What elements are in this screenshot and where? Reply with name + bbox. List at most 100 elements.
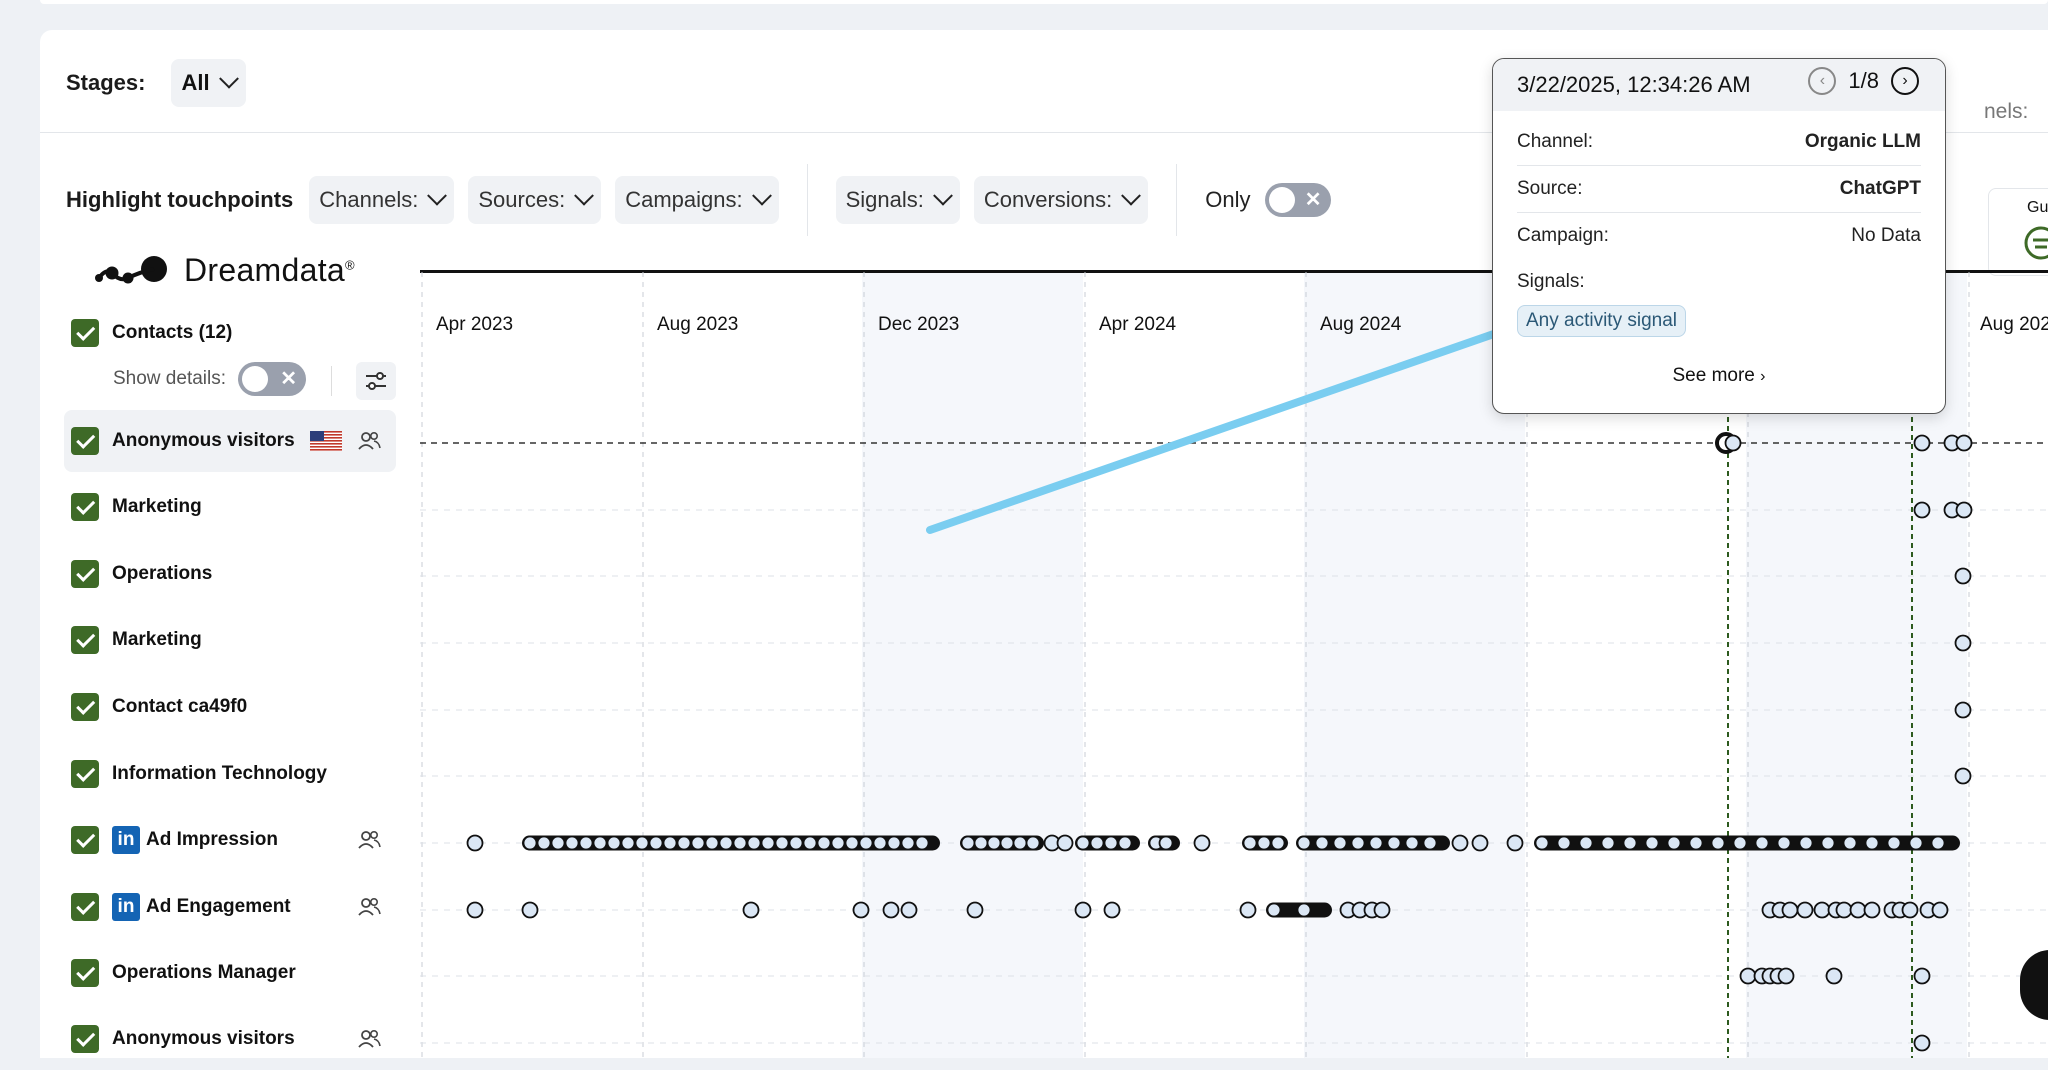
- touchpoint-dot[interactable]: [1739, 967, 1757, 985]
- touchpoint-dot[interactable]: [1754, 835, 1770, 851]
- touchpoint-dot[interactable]: [634, 835, 650, 851]
- touchpoint-dot[interactable]: [1913, 434, 1931, 452]
- touchpoint-dot[interactable]: [676, 835, 692, 851]
- contact-row[interactable]: Marketing: [64, 609, 396, 671]
- touchpoint-dot[interactable]: [1193, 834, 1211, 852]
- touchpoint-dot[interactable]: [564, 835, 580, 851]
- touchpoint-dot[interactable]: [1913, 1034, 1931, 1052]
- touchpoint-dot[interactable]: [1578, 835, 1594, 851]
- touchpoint-dot[interactable]: [521, 901, 539, 919]
- row-checkbox[interactable]: [71, 693, 99, 721]
- touchpoint-dot[interactable]: [1864, 835, 1880, 851]
- touchpoint-dot[interactable]: [732, 835, 748, 851]
- touchpoint-dot[interactable]: [788, 835, 804, 851]
- touchpoint-dot[interactable]: [852, 901, 870, 919]
- touchpoint-dot[interactable]: [760, 835, 776, 851]
- touchpoint-dot[interactable]: [1954, 767, 1972, 785]
- touchpoint-dot[interactable]: [1350, 835, 1366, 851]
- touchpoint-dot[interactable]: [1954, 634, 1972, 652]
- contact-row[interactable]: Information Technology: [64, 743, 396, 805]
- touchpoint-dot[interactable]: [1103, 835, 1119, 851]
- touchpoint-dot[interactable]: [662, 835, 678, 851]
- touchpoint-dot[interactable]: [1471, 834, 1489, 852]
- touchpoint-dot[interactable]: [1825, 967, 1843, 985]
- touchpoint-dot[interactable]: [973, 835, 989, 851]
- touchpoint-dot[interactable]: [1332, 835, 1348, 851]
- touchpoint-dot[interactable]: [1820, 835, 1836, 851]
- touchpoint-dot[interactable]: [1266, 902, 1282, 918]
- touchpoint-dot[interactable]: [1074, 901, 1092, 919]
- touchpoint-dot[interactable]: [1451, 834, 1469, 852]
- touchpoint-dot[interactable]: [1506, 834, 1524, 852]
- signals-dropdown[interactable]: Signals:: [835, 176, 960, 224]
- touchpoint-dot[interactable]: [690, 835, 706, 851]
- contact-row[interactable]: Contact ca49f0: [64, 676, 396, 738]
- touchpoint-dot[interactable]: [1863, 901, 1881, 919]
- touchpoint-dot[interactable]: [858, 835, 874, 851]
- touchpoint-dot[interactable]: [1056, 834, 1074, 852]
- touchpoint-dot[interactable]: [648, 835, 664, 851]
- touchpoint-dot[interactable]: [578, 835, 594, 851]
- touchpoint-dot[interactable]: [1117, 835, 1133, 851]
- guides-button[interactable]: Guides: [1988, 188, 2048, 276]
- touchpoint-dot[interactable]: [1796, 901, 1814, 919]
- contact-row[interactable]: Marketing: [64, 476, 396, 538]
- touchpoint-dot[interactable]: [1296, 835, 1312, 851]
- touchpoint-dot[interactable]: [718, 835, 734, 851]
- settings-sliders-button[interactable]: [356, 362, 396, 400]
- touchpoint-dot[interactable]: [1842, 835, 1858, 851]
- touchpoint-dot[interactable]: [1422, 835, 1438, 851]
- contact-row[interactable]: in Ad Engagement: [64, 876, 396, 938]
- touchpoint-dot[interactable]: [1270, 835, 1286, 851]
- touchpoint-dot[interactable]: [1901, 901, 1919, 919]
- touchpoint-dot[interactable]: [1798, 835, 1814, 851]
- touchpoint-dot[interactable]: [1622, 835, 1638, 851]
- touchpoint-dot[interactable]: [1813, 901, 1831, 919]
- touchpoint-dot[interactable]: [1600, 835, 1616, 851]
- touchpoint-dot[interactable]: [1239, 901, 1257, 919]
- touchpoint-dot[interactable]: [1777, 967, 1795, 985]
- touchpoint-dot[interactable]: [1644, 835, 1660, 851]
- touchpoint-dot[interactable]: [830, 835, 846, 851]
- touchpoint-dot[interactable]: [550, 835, 566, 851]
- touchpoint-dot[interactable]: [1849, 901, 1867, 919]
- contact-row[interactable]: Operations: [64, 543, 396, 605]
- stages-dropdown[interactable]: All: [171, 59, 246, 107]
- conversions-dropdown[interactable]: Conversions:: [973, 176, 1149, 224]
- touchpoint-dot[interactable]: [466, 834, 484, 852]
- touchpoint-dot[interactable]: [872, 835, 888, 851]
- touchpoint-dot[interactable]: [522, 835, 538, 851]
- touchpoint-dot[interactable]: [1776, 835, 1792, 851]
- touchpoint-dot[interactable]: [844, 835, 860, 851]
- see-more-link[interactable]: See more ›: [1493, 365, 1945, 387]
- only-toggle[interactable]: ✕: [1264, 183, 1331, 217]
- touchpoint-dot[interactable]: [1930, 835, 1946, 851]
- touchpoint-dot[interactable]: [1908, 835, 1924, 851]
- touchpoint-dot[interactable]: [742, 901, 760, 919]
- contacts-checkbox[interactable]: [71, 319, 99, 347]
- channels-dropdown[interactable]: Channels:: [309, 176, 455, 224]
- touchpoint-dot[interactable]: [1955, 501, 1973, 519]
- touchpoint-dot[interactable]: [606, 835, 622, 851]
- touchpoint-dot[interactable]: [1666, 835, 1682, 851]
- touchpoint-dot[interactable]: [536, 835, 552, 851]
- touchpoint-dot[interactable]: [1256, 835, 1272, 851]
- touchpoint-dot[interactable]: [1913, 967, 1931, 985]
- show-details-toggle[interactable]: ✕: [238, 362, 306, 396]
- contact-row[interactable]: Operations Manager: [64, 942, 396, 1004]
- touchpoint-dot[interactable]: [1242, 835, 1258, 851]
- chevron-left-icon[interactable]: ‹: [1808, 67, 1837, 95]
- contact-row[interactable]: in Ad Impression: [64, 809, 396, 871]
- touchpoint-dot[interactable]: [960, 835, 976, 851]
- touchpoint-dot[interactable]: [1954, 567, 1972, 585]
- touchpoint-dot[interactable]: [592, 835, 608, 851]
- touchpoint-dot[interactable]: [1835, 901, 1853, 919]
- campaigns-dropdown[interactable]: Campaigns:: [615, 176, 779, 224]
- row-checkbox[interactable]: [71, 427, 99, 455]
- touchpoint-dot[interactable]: [1158, 835, 1174, 851]
- row-checkbox[interactable]: [71, 493, 99, 521]
- touchpoint-dot[interactable]: [900, 835, 916, 851]
- touchpoint-dot[interactable]: [1886, 835, 1902, 851]
- touchpoint-dot[interactable]: [1103, 901, 1121, 919]
- row-checkbox[interactable]: [71, 760, 99, 788]
